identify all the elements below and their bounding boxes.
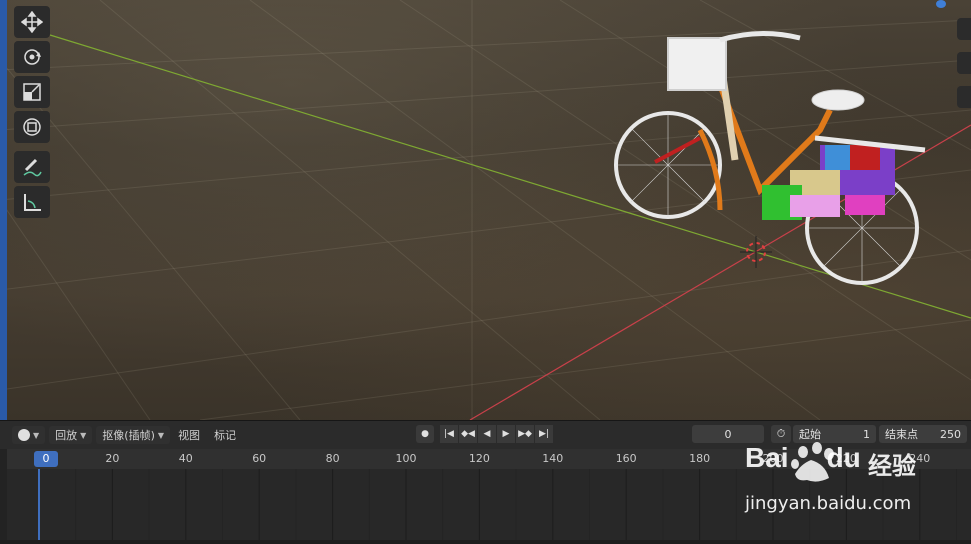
jump-end-button[interactable]: ▶| <box>535 425 553 443</box>
keying-menu[interactable]: 抠像(插帧) ▼ <box>96 426 171 444</box>
play-button[interactable]: ▶ <box>497 425 515 443</box>
prev-keyframe-button[interactable]: ◆◀ <box>459 425 477 443</box>
annotate-pencil-icon <box>23 158 42 177</box>
rotate-tool-button[interactable] <box>14 41 50 73</box>
current-frame-marker[interactable]: 0 <box>34 451 58 467</box>
record-icon: ● <box>421 429 429 439</box>
ruler-tick-label: 120 <box>468 452 490 465</box>
3d-viewport[interactable] <box>0 0 971 420</box>
bicycle-model <box>614 31 926 285</box>
playback-menu[interactable]: 回放 ▼ <box>49 426 93 444</box>
next-keyframe-icon: ▶◆ <box>518 429 532 439</box>
chevron-down-icon: ▼ <box>33 430 40 440</box>
measure-tool-button[interactable] <box>14 186 50 218</box>
viewport-grid <box>0 0 971 420</box>
play-reverse-button[interactable]: ◀ <box>478 425 496 443</box>
ruler-tick-label: 180 <box>689 452 711 465</box>
camera-icon[interactable] <box>957 86 971 108</box>
hand-pan-icon[interactable] <box>957 52 971 74</box>
move-icon <box>21 11 43 33</box>
ruler-tick-label: 100 <box>395 452 417 465</box>
scale-icon <box>23 83 41 101</box>
playback-controls: ● |◀ ◆◀ ◀ ▶ ▶◆ ▶| <box>416 425 554 443</box>
play-icon: ▶ <box>502 429 510 439</box>
viewport-navigation <box>957 18 971 120</box>
timeline-left-edge <box>0 449 7 540</box>
scale-tool-button[interactable] <box>14 76 50 108</box>
clock-editor-icon <box>18 429 30 441</box>
marker-menu[interactable]: 标记 <box>208 427 242 443</box>
rotate-icon <box>24 49 41 65</box>
jump-end-icon: ▶| <box>539 429 549 439</box>
view-menu[interactable]: 视图 <box>172 427 206 443</box>
ruler-tick-label: 80 <box>325 452 340 465</box>
ruler-tick-label: 20 <box>105 452 120 465</box>
ruler-tick-label: 140 <box>542 452 564 465</box>
chevron-down-icon: ▼ <box>80 430 87 440</box>
editor-type-selector[interactable]: ▼ <box>12 426 46 444</box>
ruler-tick-label: 40 <box>178 452 193 465</box>
tool-shelf <box>14 6 54 221</box>
zoom-icon[interactable] <box>957 18 971 40</box>
ruler-tick-label: 160 <box>615 452 637 465</box>
measure-ruler-icon <box>24 194 41 211</box>
viewport-left-edge <box>0 0 7 420</box>
chevron-down-icon: ▼ <box>157 430 165 440</box>
transform-tool-button[interactable] <box>14 111 50 143</box>
baidu-watermark: Bai du 经验 jingyan.baidu.com <box>745 438 970 518</box>
jump-start-icon: |◀ <box>444 429 454 439</box>
move-tool-button[interactable] <box>14 6 50 38</box>
axis-gizmo-dot[interactable] <box>936 0 946 8</box>
playhead[interactable] <box>38 469 40 540</box>
next-keyframe-button[interactable]: ▶◆ <box>516 425 534 443</box>
annotate-tool-button[interactable] <box>14 151 50 183</box>
play-reverse-icon: ◀ <box>483 429 491 439</box>
record-button[interactable]: ● <box>416 425 434 443</box>
jump-start-button[interactable]: |◀ <box>440 425 458 443</box>
prev-keyframe-icon: ◆◀ <box>461 429 475 439</box>
ruler-tick-label: 60 <box>252 452 267 465</box>
3d-cursor <box>740 236 772 268</box>
transform-icon <box>23 118 41 136</box>
